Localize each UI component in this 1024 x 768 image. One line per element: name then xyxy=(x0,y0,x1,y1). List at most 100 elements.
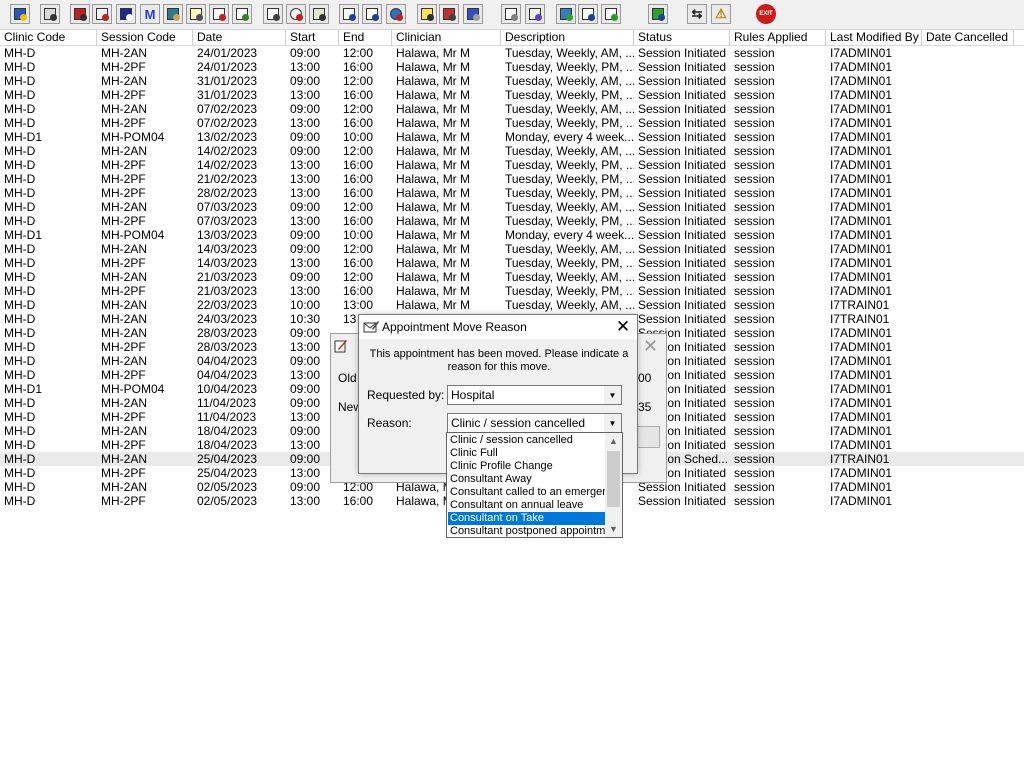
exit-button[interactable]: EXIT xyxy=(756,4,776,24)
column-header-start[interactable]: Start xyxy=(286,30,339,46)
green-transfer-icon[interactable] xyxy=(648,4,668,24)
column-header-clinician[interactable]: Clinician xyxy=(392,30,501,46)
check-arrow-icon[interactable] xyxy=(601,4,621,24)
chair-icon[interactable] xyxy=(463,4,483,24)
table-cell: MH-D xyxy=(4,368,36,382)
dropdown-option[interactable]: Consultant called to an emergency xyxy=(448,486,606,499)
table-row[interactable]: MH-D1 MH-POM04 13/03/2023 09:00 10:00 Halawa,… xyxy=(0,228,1024,242)
chevron-down-icon[interactable]: ▼ xyxy=(604,386,621,404)
appointment-card-icon[interactable] xyxy=(209,4,229,24)
table-cell: MH-2AN xyxy=(101,102,148,116)
column-header-clinic-code[interactable]: Clinic Code xyxy=(0,30,97,46)
monitor-icon[interactable] xyxy=(309,4,329,24)
table-row[interactable]: MH-D MH-2PF 07/02/2023 13:00 16:00 Halawa, Mr… xyxy=(0,116,1024,130)
pen-edit-icon[interactable] xyxy=(263,4,283,24)
table-cell xyxy=(922,410,1014,424)
table-row[interactable]: MH-D1 MH-POM04 13/02/2023 09:00 10:00 Halawa,… xyxy=(0,130,1024,144)
scroll-down-icon[interactable]: ▼ xyxy=(605,521,622,537)
table-cell: 13:00 xyxy=(290,172,321,186)
column-header-status[interactable]: Status xyxy=(634,30,730,46)
table-row[interactable]: MH-D MH-2PF 21/02/2023 13:00 16:00 Halawa, Mr… xyxy=(0,172,1024,186)
appointment-card-2-icon[interactable] xyxy=(232,4,252,24)
column-header-end[interactable]: End xyxy=(339,30,392,46)
column-header-description[interactable]: Description xyxy=(501,30,634,46)
dropdown-option[interactable]: Clinic / session cancelled xyxy=(448,434,606,447)
table-row[interactable]: MH-D MH-2AN 07/02/2023 09:00 12:00 Halawa, Mr… xyxy=(0,102,1024,116)
table-cell: 10/04/2023 xyxy=(197,382,258,396)
table-row[interactable]: MH-D MH-2PF 14/03/2023 13:00 16:00 Halawa, Mr… xyxy=(0,256,1024,270)
swap-arrows-icon[interactable]: ⇆ xyxy=(687,4,707,24)
column-header-date-cancelled[interactable]: Date Cancelled xyxy=(922,30,1014,46)
bus-icon[interactable] xyxy=(439,4,459,24)
table-cell: I7TRAIN01 xyxy=(830,298,890,312)
table-row[interactable]: MH-D MH-2AN 21/03/2023 09:00 12:00 Halawa, Mr… xyxy=(0,270,1024,284)
calendar-icon[interactable] xyxy=(339,4,359,24)
notepad-icon[interactable] xyxy=(186,4,206,24)
table-cell: MH-D xyxy=(4,88,36,102)
table-row[interactable]: MH-D MH-2PF 24/01/2023 13:00 16:00 Halawa, Mr… xyxy=(0,60,1024,74)
column-header-rules-applied[interactable]: Rules Applied xyxy=(730,30,826,46)
list-yellow-icon[interactable] xyxy=(417,4,437,24)
table-row[interactable]: MH-D MH-2PF 14/02/2023 13:00 16:00 Halawa, Mr… xyxy=(0,158,1024,172)
table-cell: 16:00 xyxy=(343,186,374,200)
column-header-session-code[interactable]: Session Code xyxy=(97,30,193,46)
dropdown-option[interactable]: Clinic Full xyxy=(448,447,606,460)
table-row[interactable]: MH-D MH-2PF 07/03/2023 13:00 16:00 Halawa, Mr… xyxy=(0,214,1024,228)
dropdown-option[interactable]: Consultant on annual leave xyxy=(448,499,606,512)
table-cell: Tuesday, Weekly, AM, ... xyxy=(505,102,634,116)
checklist-icon[interactable] xyxy=(578,4,598,24)
scroll-up-icon[interactable]: ▲ xyxy=(605,433,622,449)
warning-icon[interactable]: ⚠ xyxy=(711,4,731,24)
close-icon[interactable]: ✕ xyxy=(643,337,658,355)
column-header-last-modified-by[interactable]: Last Modified By xyxy=(826,30,922,46)
table-cell: session xyxy=(734,326,775,340)
requested-by-combo[interactable]: Hospital ▼ xyxy=(447,385,622,405)
table-row[interactable]: MH-D MH-2PF 31/01/2023 13:00 16:00 Halawa, Mr… xyxy=(0,88,1024,102)
table-cell: Session Initiated xyxy=(638,116,727,130)
person-icon[interactable] xyxy=(163,4,183,24)
document-list-icon[interactable] xyxy=(116,4,136,24)
dropdown-option[interactable]: Consultant on Take xyxy=(448,512,606,525)
table-cell xyxy=(922,452,1014,466)
table-cell: Session Initiated xyxy=(638,46,727,60)
table-row[interactable]: MH-D MH-2AN 22/03/2023 10:00 13:00 Halawa, Mr… xyxy=(0,298,1024,312)
table-cell: session xyxy=(734,60,775,74)
scroll-thumb[interactable] xyxy=(607,451,620,507)
table-cell xyxy=(922,186,1014,200)
table-row[interactable]: MH-D MH-2AN 14/03/2023 09:00 12:00 Halawa, Mr… xyxy=(0,242,1024,256)
close-button[interactable]: ✕ xyxy=(612,316,634,338)
table-cell xyxy=(922,144,1014,158)
table-cell: I7ADMIN01 xyxy=(830,326,893,340)
red-book-icon[interactable] xyxy=(70,4,90,24)
printer-icon[interactable] xyxy=(40,4,60,24)
table-row[interactable]: MH-D MH-2PF 28/02/2023 13:00 16:00 Halawa, Mr… xyxy=(0,186,1024,200)
dropdown-option[interactable]: Consultant postponed appointment xyxy=(448,525,606,537)
table-cell: MH-D xyxy=(4,466,36,480)
search-globe-icon[interactable] xyxy=(556,4,576,24)
table-cell: MH-D xyxy=(4,424,36,438)
table-cell: MH-D xyxy=(4,494,36,508)
blank-document-icon[interactable] xyxy=(501,4,521,24)
dropdown-option[interactable]: Clinic Profile Change xyxy=(448,460,606,473)
table-row[interactable]: MH-D MH-2AN 24/01/2023 09:00 12:00 Halawa, Mr… xyxy=(0,46,1024,60)
user-search-icon[interactable] xyxy=(10,4,30,24)
column-header-date[interactable]: Date xyxy=(193,30,286,46)
table-row[interactable]: MH-D MH-2PF 21/03/2023 13:00 16:00 Halawa, Mr… xyxy=(0,284,1024,298)
table-cell: Session Initiated xyxy=(638,256,727,270)
table-cell: session xyxy=(734,298,775,312)
table-row[interactable]: MH-D MH-2AN 07/03/2023 09:00 12:00 Halawa, Mr… xyxy=(0,200,1024,214)
notebook-pen-icon[interactable] xyxy=(92,4,112,24)
table-cell: session xyxy=(734,228,775,242)
m-letter-icon[interactable]: M xyxy=(140,4,160,24)
bar-chart-icon[interactable] xyxy=(525,4,545,24)
table-row[interactable]: MH-D MH-2AN 14/02/2023 09:00 12:00 Halawa, Mr… xyxy=(0,144,1024,158)
globe-clock-icon[interactable] xyxy=(386,4,406,24)
clock-icon[interactable] xyxy=(286,4,306,24)
chevron-down-icon[interactable]: ▼ xyxy=(604,414,621,432)
dropdown-scrollbar[interactable]: ▲ ▼ xyxy=(605,433,622,537)
dropdown-option[interactable]: Consultant Away xyxy=(448,473,606,486)
chat-edit-icon[interactable] xyxy=(362,4,382,24)
table-row[interactable]: MH-D MH-2AN 31/01/2023 09:00 12:00 Halawa, Mr… xyxy=(0,74,1024,88)
reason-dropdown-list[interactable]: Consultant postponed appointment Consulta… xyxy=(446,432,623,538)
reason-combo[interactable]: Clinic / session cancelled ▼ xyxy=(447,413,622,433)
